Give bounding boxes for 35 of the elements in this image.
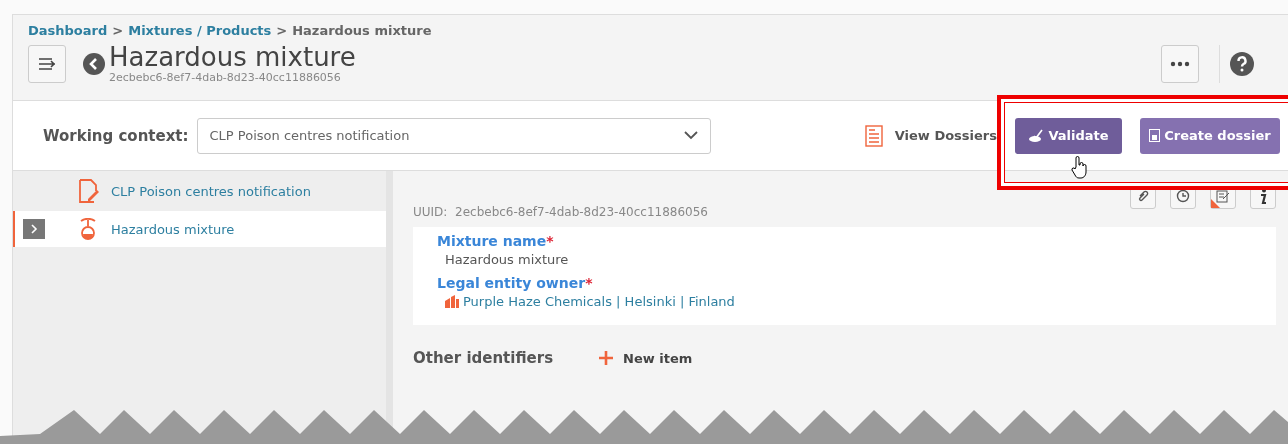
view-dossiers-link[interactable]: View Dossiers bbox=[864, 124, 997, 147]
working-context-label: Working context: bbox=[43, 126, 189, 145]
back-icon[interactable] bbox=[83, 53, 105, 76]
legal-entity-link[interactable]: Purple Haze Chemicals | Helsinki | Finland bbox=[463, 294, 735, 309]
help-icon[interactable] bbox=[1230, 52, 1254, 77]
breadcrumb-link[interactable]: Mixtures / Products bbox=[128, 23, 272, 38]
create-dossier-button[interactable]: Create dossier bbox=[1140, 117, 1280, 154]
building-icon bbox=[445, 295, 459, 308]
uuid-text: UUID: 2ecbebc6-8ef7-4dab-8d23-40cc11886056 bbox=[413, 205, 709, 219]
tree-item[interactable]: Hazardous mixture bbox=[13, 211, 386, 247]
new-item-button[interactable]: New item bbox=[599, 350, 693, 366]
field-label: Mixture name* bbox=[437, 233, 555, 249]
document-edit-icon bbox=[79, 179, 99, 203]
save-icon bbox=[1149, 129, 1161, 142]
menu-toggle-button[interactable] bbox=[28, 45, 66, 84]
tree-item[interactable]: CLP Poison centres notification bbox=[13, 171, 386, 211]
document-icon bbox=[864, 124, 883, 147]
expand-icon[interactable] bbox=[23, 219, 45, 239]
plus-icon bbox=[599, 351, 614, 365]
page-title: Hazardous mixture bbox=[109, 44, 356, 72]
flask-icon bbox=[79, 218, 97, 240]
page-id: 2ecbebc6-8ef7-4dab-8d23-40cc11886056 bbox=[109, 71, 342, 85]
more-icon bbox=[1170, 61, 1190, 68]
field-label: Legal entity owner* bbox=[437, 275, 594, 291]
validate-button[interactable]: Validate bbox=[1015, 117, 1122, 154]
working-context-select[interactable]: CLP Poison centres notification bbox=[196, 117, 711, 154]
more-button[interactable] bbox=[1161, 45, 1199, 84]
chevron-down-icon bbox=[683, 131, 698, 140]
breadcrumb-separator: > bbox=[112, 23, 124, 38]
breadcrumb-separator: > bbox=[276, 23, 288, 38]
section-title: Other identifiers bbox=[413, 349, 554, 367]
menu-icon bbox=[38, 57, 56, 72]
field-value: Hazardous mixture bbox=[445, 252, 570, 267]
breadcrumb-current: Hazardous mixture bbox=[292, 23, 432, 38]
breadcrumb-link[interactable]: Dashboard bbox=[28, 23, 108, 38]
